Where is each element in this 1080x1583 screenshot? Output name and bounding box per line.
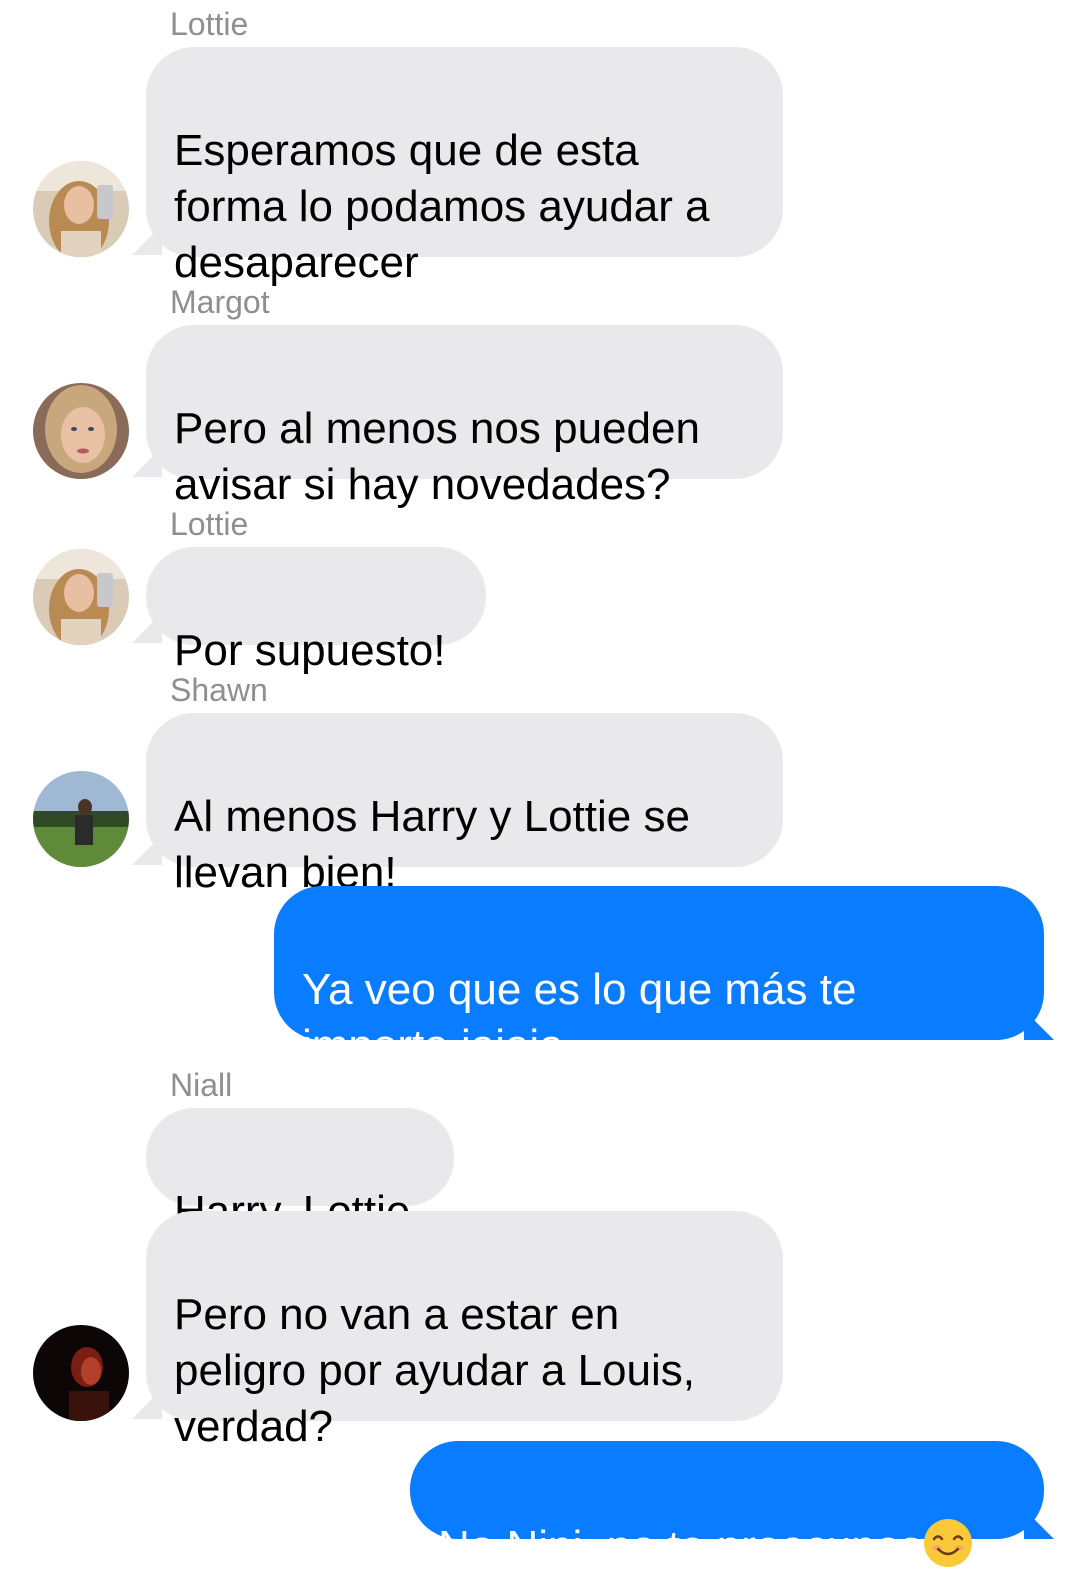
avatar-lottie[interactable] [33, 549, 129, 645]
incoming-message-bubble[interactable]: Esperamos que de esta forma lo podamos a… [146, 47, 783, 287]
sender-name: Niall [170, 1067, 233, 1103]
avatar-margot[interactable] [33, 383, 129, 479]
incoming-message-bubble[interactable]: Pero no van a estar en peligro por ayuda… [146, 1211, 783, 1451]
sender-name: Shawn [170, 672, 268, 708]
avatar-lottie[interactable] [33, 161, 129, 257]
bubble-tail [132, 447, 162, 477]
message-text: Al menos Harry y Lottie se llevan bien! [174, 792, 690, 897]
incoming-message-bubble[interactable]: Pero al menos nos pueden avisar si hay n… [146, 325, 783, 509]
bubble-tail [1024, 1509, 1054, 1539]
bubble-tail [132, 1389, 162, 1419]
outgoing-message-bubble[interactable]: Ya veo que es lo que más te importa jaja… [274, 886, 1044, 1070]
message-text: Pero no van a estar en peligro por ayuda… [174, 1290, 695, 1451]
incoming-message-bubble[interactable]: Al menos Harry y Lottie se llevan bien! [146, 713, 783, 897]
sender-name: Lottie [170, 6, 249, 42]
message-text: Pero al menos nos pueden avisar si hay n… [174, 404, 700, 509]
smiling-face-emoji-icon [922, 1517, 974, 1569]
bubble-tail [132, 613, 162, 643]
message-text: No Nini, no te preocupes [438, 1522, 923, 1571]
incoming-message-bubble[interactable]: Por supuesto! [146, 547, 486, 675]
bubble-tail [132, 225, 162, 255]
sender-name: Margot [170, 284, 270, 320]
sender-name: Lottie [170, 506, 249, 542]
incoming-message-bubble[interactable]: Harry, Lottie [146, 1108, 454, 1236]
message-text: Ya veo que es lo que más te importa jaja… [302, 965, 857, 1070]
message-text: Esperamos que de esta forma lo podamos a… [174, 126, 710, 287]
bubble-tail [1024, 1010, 1054, 1040]
avatar-niall[interactable] [33, 1325, 129, 1421]
outgoing-message-bubble[interactable]: No Nini, no te preocupes [410, 1441, 1044, 1571]
avatar-shawn[interactable] [33, 771, 129, 867]
message-text: Por supuesto! [174, 626, 446, 675]
bubble-tail [132, 835, 162, 865]
